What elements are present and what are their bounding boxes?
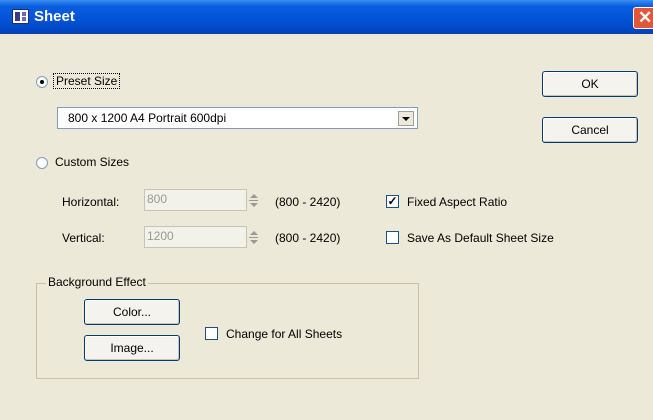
title-bar[interactable]: Sheet ✕ [0,0,653,34]
custom-sizes-radio[interactable] [36,157,48,169]
change-all-sheets-checkbox[interactable] [205,327,218,340]
preset-size-radio[interactable] [36,76,48,88]
sheet-app-icon [12,9,29,24]
fixed-aspect-label[interactable]: Fixed Aspect Ratio [407,195,507,209]
checkmark-icon: ✓ [387,194,398,208]
image-button[interactable]: Image... [84,335,180,361]
fixed-aspect-checkbox[interactable]: ✓ [386,195,399,208]
vertical-input[interactable]: 1200 [144,226,247,248]
vertical-spinner[interactable] [247,227,260,248]
color-button[interactable]: Color... [84,299,180,325]
window-title: Sheet [34,8,75,25]
save-default-checkbox[interactable] [386,231,399,244]
preset-size-label-wrap[interactable]: Preset Size [53,73,121,89]
spin-down-icon[interactable] [247,238,260,248]
vertical-label: Vertical: [62,231,105,245]
sheet-dialog: Sheet ✕ Preset Size 800 x 1200 A4 Portra… [0,0,653,420]
change-all-sheets-label[interactable]: Change for All Sheets [226,327,342,341]
background-effect-legend: Background Effect [46,275,148,289]
spin-up-icon[interactable] [247,227,260,237]
save-default-label[interactable]: Save As Default Sheet Size [407,231,554,245]
chevron-down-icon[interactable] [398,111,414,126]
spin-down-icon[interactable] [247,201,260,211]
horizontal-spinner[interactable] [247,190,260,211]
cancel-button[interactable]: Cancel [542,117,638,143]
custom-sizes-label[interactable]: Custom Sizes [55,155,129,169]
ok-button[interactable]: OK [542,71,638,97]
close-button[interactable]: ✕ [633,7,653,29]
close-icon: ✕ [638,8,653,27]
preset-size-select[interactable]: 800 x 1200 A4 Portrait 600dpi [57,107,418,129]
preset-size-label: Preset Size [53,73,121,89]
vertical-range: (800 - 2420) [275,231,341,245]
preset-size-value: 800 x 1200 A4 Portrait 600dpi [68,111,227,125]
horizontal-input[interactable]: 800 [144,189,247,211]
horizontal-label: Horizontal: [62,195,120,209]
spin-up-icon[interactable] [247,190,260,200]
horizontal-range: (800 - 2420) [275,195,341,209]
